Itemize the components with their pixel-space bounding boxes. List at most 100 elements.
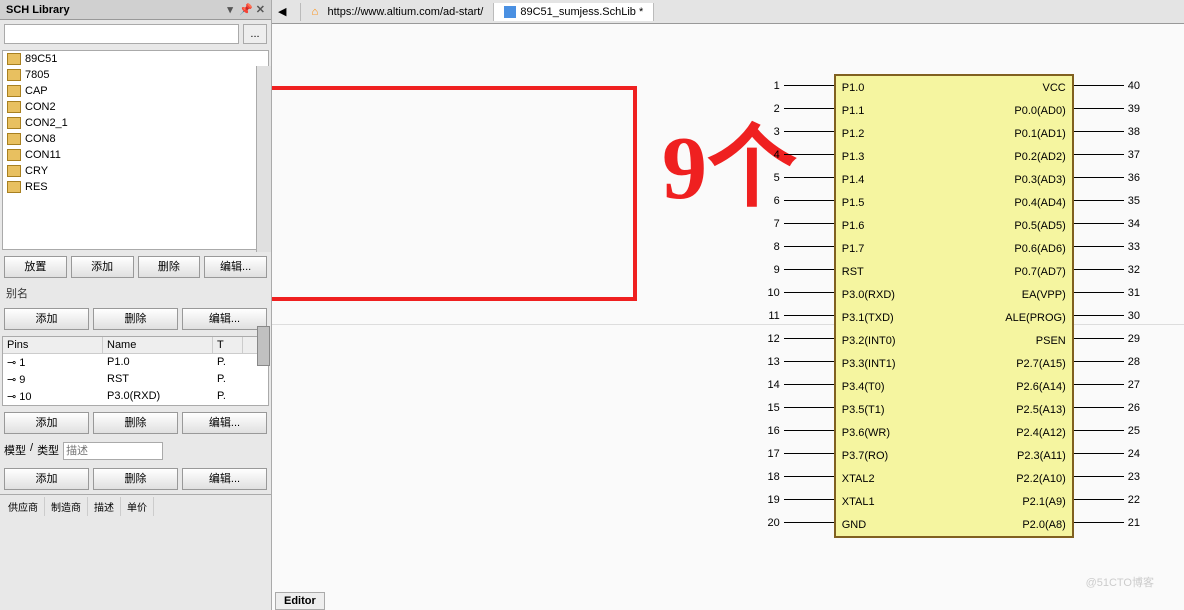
name-col-header[interactable]: Name (103, 337, 213, 353)
btns2-button[interactable]: 删除 (93, 308, 178, 330)
component-icon (7, 101, 21, 113)
bottom-tabs[interactable]: 供应商制造商描述单价 (0, 494, 271, 518)
btns4-button[interactable]: 添加 (4, 468, 89, 490)
pin-35[interactable]: 35 (1074, 189, 1144, 212)
pin-15[interactable]: 15 (764, 396, 834, 419)
pin-19[interactable]: 19 (764, 488, 834, 511)
bottom-tab[interactable]: 供应商 (2, 497, 45, 516)
tab-home[interactable]: ⌂ https://www.altium.com/ad-start/ (300, 3, 494, 21)
pin-8[interactable]: 8 (764, 235, 834, 258)
pin-28[interactable]: 28 (1074, 350, 1144, 373)
schematic-canvas[interactable]: 9个 1234567891011121314151617181920 P1.0V… (272, 24, 1184, 610)
btns3-button[interactable]: 删除 (93, 412, 178, 434)
pin-11[interactable]: 11 (764, 304, 834, 327)
pin-4[interactable]: 4 (764, 143, 834, 166)
btns1-button[interactable]: 添加 (71, 256, 134, 278)
pin-29[interactable]: 29 (1074, 327, 1144, 350)
editor-tab[interactable]: Editor (275, 592, 325, 610)
pin-23[interactable]: 23 (1074, 465, 1144, 488)
pin-3[interactable]: 3 (764, 120, 834, 143)
component-name: CON2 (25, 101, 56, 113)
pin-2[interactable]: 2 (764, 97, 834, 120)
alias-label: 别名 (0, 282, 271, 304)
pin-6[interactable]: 6 (764, 189, 834, 212)
pin-5[interactable]: 5 (764, 166, 834, 189)
btns3-button[interactable]: 编辑... (182, 412, 267, 434)
list-item[interactable]: CAP (3, 83, 268, 99)
component-name: 89C51 (25, 53, 57, 65)
list-item[interactable]: CON2_1 (3, 115, 268, 131)
bottom-tab[interactable]: 描述 (88, 497, 121, 516)
tab-nav-left[interactable]: ◀ (272, 5, 292, 18)
pin-27[interactable]: 27 (1074, 373, 1144, 396)
pin-30[interactable]: 30 (1074, 304, 1144, 327)
list-item[interactable]: 89C51 (3, 51, 268, 67)
pin-13[interactable]: 13 (764, 350, 834, 373)
pin-39[interactable]: 39 (1074, 97, 1144, 120)
btns2-button[interactable]: 编辑... (182, 308, 267, 330)
pin-10[interactable]: 10 (764, 281, 834, 304)
pin-16[interactable]: 16 (764, 419, 834, 442)
list-item[interactable]: 7805 (3, 67, 268, 83)
pin-40[interactable]: 40 (1074, 74, 1144, 97)
pin-36[interactable]: 36 (1074, 166, 1144, 189)
pin-32[interactable]: 32 (1074, 258, 1144, 281)
chip-label-row: P1.0VCC (836, 76, 1072, 99)
btns1-button[interactable]: 编辑... (204, 256, 267, 278)
desc-input[interactable] (63, 442, 163, 460)
btns1-button[interactable]: 删除 (138, 256, 201, 278)
chip-label-row: P1.2P0.1(AD1) (836, 122, 1072, 145)
chip-label-row: P1.3P0.2(AD2) (836, 145, 1072, 168)
pin-24[interactable]: 24 (1074, 442, 1144, 465)
pin-26[interactable]: 26 (1074, 396, 1144, 419)
btns4-button[interactable]: 编辑... (182, 468, 267, 490)
scrollbar[interactable] (256, 66, 271, 252)
pins-col-header[interactable]: Pins (3, 337, 103, 353)
list-item[interactable]: RES (3, 179, 268, 195)
component-list[interactable]: 89C51 7805CAP CON2 CON2_1CON8CON11CRYRES (2, 50, 269, 250)
pin-7[interactable]: 7 (764, 212, 834, 235)
btns3-button[interactable]: 添加 (4, 412, 89, 434)
pins-table[interactable]: Pins Name T ⊸ 1P1.0P.⊸ 9RSTP.⊸ 10P3.0(RX… (2, 336, 269, 406)
pin-14[interactable]: 14 (764, 373, 834, 396)
pin-22[interactable]: 22 (1074, 488, 1144, 511)
list-item[interactable]: CON11 (3, 147, 268, 163)
bottom-tab[interactable]: 制造商 (45, 497, 88, 516)
panel-header-icons[interactable]: ▾ 📌 ✕ (227, 3, 265, 16)
component-icon (7, 85, 21, 97)
search-options-button[interactable]: ... (243, 24, 267, 44)
type-col-header[interactable]: T (213, 337, 243, 353)
chip-label-row: P1.6P0.5(AD5) (836, 214, 1072, 237)
list-item[interactable]: CON8 (3, 131, 268, 147)
btns4-button[interactable]: 删除 (93, 468, 178, 490)
pin-38[interactable]: 38 (1074, 120, 1144, 143)
tab-schlib[interactable]: 89C51_sumjess.SchLib * (494, 3, 654, 21)
btns1-button[interactable]: 放置 (4, 256, 67, 278)
pin-12[interactable]: 12 (764, 327, 834, 350)
table-row[interactable]: ⊸ 9RSTP. (3, 371, 268, 388)
model-row: 模型/ 类型 (0, 438, 271, 464)
table-row[interactable]: ⊸ 1P1.0P. (3, 354, 268, 371)
pin-18[interactable]: 18 (764, 465, 834, 488)
pin-37[interactable]: 37 (1074, 143, 1144, 166)
pin-25[interactable]: 25 (1074, 419, 1144, 442)
pin-33[interactable]: 33 (1074, 235, 1144, 258)
list-item[interactable]: CRY (3, 163, 268, 179)
btns2-button[interactable]: 添加 (4, 308, 89, 330)
pin-31[interactable]: 31 (1074, 281, 1144, 304)
list-item[interactable]: CON2 (3, 99, 268, 115)
pin-20[interactable]: 20 (764, 511, 834, 534)
pin-21[interactable]: 21 (1074, 511, 1144, 534)
bottom-tab[interactable]: 单价 (121, 497, 154, 516)
table-row[interactable]: ⊸ 10P3.0(RXD)P. (3, 388, 268, 405)
pin-17[interactable]: 17 (764, 442, 834, 465)
pin-34[interactable]: 34 (1074, 212, 1144, 235)
chip-label-row: P3.3(INT1)P2.7(A15) (836, 352, 1072, 375)
chip-label-row: P3.5(T1)P2.5(A13) (836, 398, 1072, 421)
type-label: 类型 (37, 442, 59, 460)
search-input[interactable] (4, 24, 239, 44)
chip-component[interactable]: 1234567891011121314151617181920 P1.0VCCP… (764, 74, 1145, 538)
pin-1[interactable]: 1 (764, 74, 834, 97)
document-tabs: ◀ ⌂ https://www.altium.com/ad-start/ 89C… (272, 0, 1184, 24)
pin-9[interactable]: 9 (764, 258, 834, 281)
